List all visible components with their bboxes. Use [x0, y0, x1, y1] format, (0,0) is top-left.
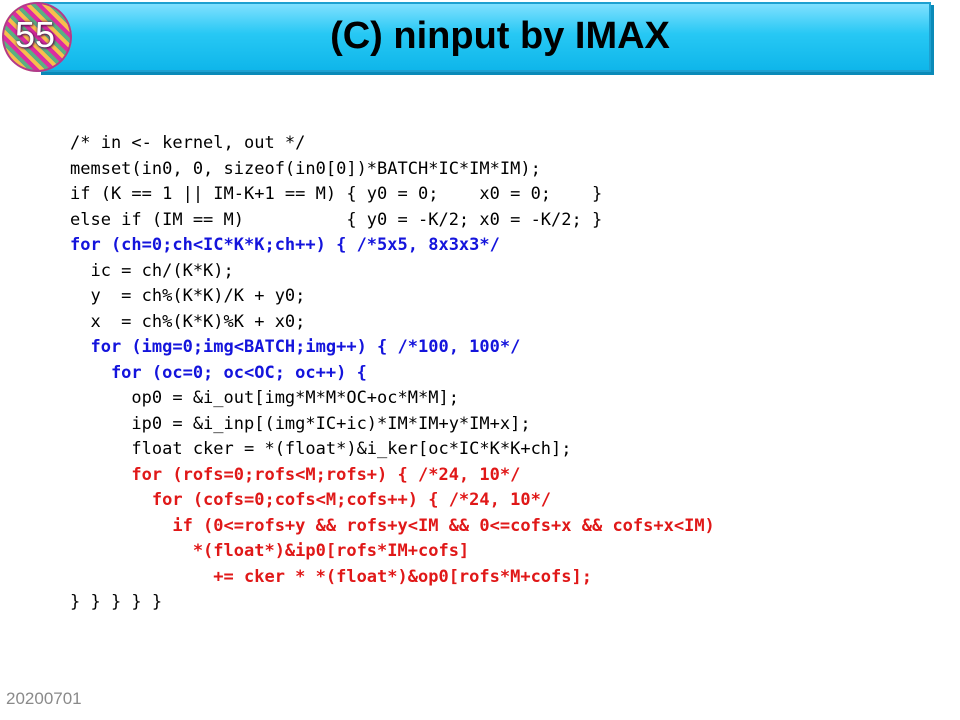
code-line: x = ch%(K*K)%K + x0;: [70, 311, 306, 332]
footer-date: 20200701: [6, 689, 82, 708]
code-line: for (ch=0;ch<IC*K*K;ch++) { /*5x5, 8x3x3…: [70, 235, 500, 255]
code-line: *(float*)&ip0[rofs*IM+cofs]: [70, 541, 470, 561]
code-line: if (K == 1 || IM-K+1 == M) { y0 = 0; x0 …: [70, 184, 603, 204]
code-line: /* in <- kernel, out */: [70, 133, 306, 153]
code-line: y = ch%(K*K)/K + y0;: [70, 286, 306, 306]
code-line: } } } } }: [70, 592, 163, 612]
code-line: for (cofs=0;cofs<M;cofs++) { /*24, 10*/: [70, 490, 552, 510]
code-line: += cker * *(float*)&op0[rofs*M+cofs];: [70, 566, 592, 587]
code-line: else if (IM == M) { y0 = -K/2; x0 = -K/2…: [70, 209, 603, 230]
code-line: op0 = &i_out[img*M*M*OC+oc*M*M];: [70, 388, 459, 408]
code-line: float cker = *(float*)&i_ker[oc*IC*K*K+c…: [70, 439, 572, 459]
slide-title: (C) ninput by IMAX: [330, 14, 670, 57]
code-line: for (oc=0; oc<OC; oc++) {: [70, 362, 367, 383]
code-line: ip0 = &i_inp[(img*IC+ic)*IM*IM+y*IM+x];: [70, 413, 531, 434]
code-block: /* in <- kernel, out */ memset(in0, 0, si…: [70, 131, 715, 616]
code-line: memset(in0, 0, sizeof(in0[0])*BATCH*IC*I…: [70, 158, 541, 179]
code-line: ic = ch/(K*K);: [70, 260, 234, 281]
slide-number: 55: [14, 14, 56, 55]
code-line: for (rofs=0;rofs<M;rofs+) { /*24, 10*/: [70, 464, 521, 485]
code-line: if (0<=rofs+y && rofs+y<IM && 0<=cofs+x …: [70, 515, 715, 536]
code-line: for (img=0;img<BATCH;img++) { /*100, 100…: [70, 337, 521, 357]
